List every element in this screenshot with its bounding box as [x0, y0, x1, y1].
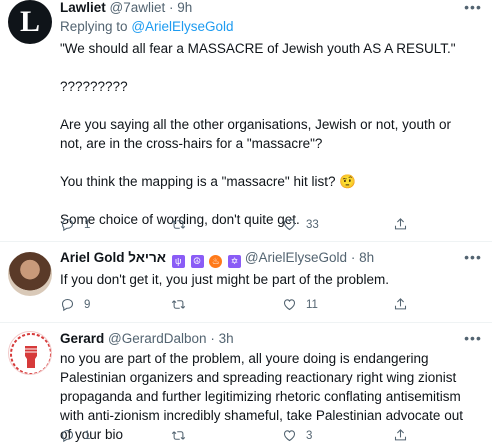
reply-count: 1 [84, 218, 91, 231]
tweet-lawliet[interactable]: L Lawliet @7awliet · 9h Replying to @Ari… [0, 0, 492, 238]
tweet-header: Ariel Gold אריאל ψ ☮ ♨ ✡ @ArielElyseGold… [60, 250, 468, 268]
heart-icon [283, 299, 296, 311]
avatar-lawliet[interactable]: L [8, 0, 52, 44]
profile-emoji-badges: ψ ☮ ♨ ✡ [170, 250, 245, 268]
reply-button[interactable]: 1 [60, 428, 90, 443]
like-button[interactable]: 11 [282, 297, 318, 312]
more-options-icon[interactable]: ••• [464, 250, 482, 268]
tweet-paragraph: You think the mapping is a "massacre" hi… [60, 174, 357, 189]
tweet-text: "We should all fear a MASSACRE of Jewish… [60, 39, 468, 229]
avatar-ariel-gold[interactable] [8, 252, 52, 296]
retweet-icon [171, 220, 186, 229]
handle[interactable]: @GerardDalbon [108, 331, 207, 346]
tweet-text: If you don't get it, you just might be p… [60, 270, 468, 289]
tweet-header: Lawliet @7awliet · 9h [60, 0, 468, 16]
timestamp[interactable]: 8h [359, 250, 374, 265]
tweet-paragraph: "We should all fear a MASSACRE of Jewish… [60, 41, 456, 56]
reply-button[interactable]: 1 [60, 217, 90, 232]
retweet-icon [171, 431, 186, 440]
peace-icon: ☮ [190, 255, 204, 268]
menorah-icon: ψ [171, 255, 185, 268]
like-count: 3 [306, 429, 313, 442]
tweet-gerard[interactable]: Gerard @GerardDalbon · 3h no you are par… [0, 331, 492, 448]
retweet-button[interactable] [171, 297, 195, 312]
replying-to: Replying to @ArielElyseGold [60, 19, 468, 35]
like-button[interactable]: 33 [282, 217, 319, 232]
like-count: 33 [306, 218, 319, 231]
raised-fist-logo [10, 333, 51, 374]
heart-icon [283, 430, 296, 442]
retweet-button[interactable] [171, 428, 195, 443]
reply-icon [61, 218, 74, 232]
display-name[interactable]: Lawliet [60, 0, 106, 15]
display-name[interactable]: Gerard [60, 331, 104, 346]
share-icon [394, 218, 407, 230]
reply-count: 9 [84, 298, 91, 311]
more-options-icon[interactable]: ••• [464, 0, 482, 18]
tweet-header: Gerard @GerardDalbon · 3h [60, 331, 468, 347]
like-count: 11 [306, 298, 318, 311]
tweet-divider [0, 241, 492, 242]
avatar-letter: L [19, 5, 40, 38]
replying-prefix: Replying to [60, 19, 128, 34]
tweet-ariel-gold[interactable]: Ariel Gold אריאל ψ ☮ ♨ ✡ @ArielElyseGold… [0, 250, 492, 318]
share-button[interactable] [393, 297, 408, 312]
more-options-icon[interactable]: ••• [464, 331, 482, 349]
reply-icon [61, 429, 74, 443]
tweet-paragraph: Are you saying all the other organisatio… [60, 117, 451, 151]
reply-icon [61, 298, 74, 312]
tweet-paragraph: ????????? [60, 79, 128, 94]
share-icon [394, 429, 407, 441]
like-button[interactable]: 3 [282, 428, 312, 443]
replying-to-link[interactable]: @ArielElyseGold [131, 19, 233, 34]
share-button[interactable] [393, 428, 408, 443]
retweet-button[interactable] [171, 217, 195, 232]
share-button[interactable] [393, 217, 408, 232]
handle[interactable]: @ArielElyseGold [245, 250, 347, 265]
tweet-paragraph: If you don't get it, you just might be p… [60, 272, 390, 287]
retweet-icon [171, 300, 186, 309]
star-of-david-icon: ✡ [228, 255, 242, 268]
fire-icon: ♨ [209, 255, 223, 268]
tweet-divider [0, 322, 492, 323]
share-icon [394, 298, 407, 310]
heart-icon [283, 219, 296, 231]
avatar-gerard[interactable] [8, 331, 52, 375]
reply-button[interactable]: 9 [60, 297, 90, 312]
timestamp[interactable]: 3h [219, 331, 234, 346]
separator-dot: · [169, 0, 174, 15]
separator-dot: · [350, 250, 356, 265]
reply-count: 1 [84, 429, 91, 442]
display-name[interactable]: Ariel Gold אריאל [60, 250, 166, 265]
timestamp[interactable]: 9h [177, 0, 192, 15]
separator-dot: · [210, 331, 215, 346]
handle[interactable]: @7awliet [110, 0, 166, 15]
